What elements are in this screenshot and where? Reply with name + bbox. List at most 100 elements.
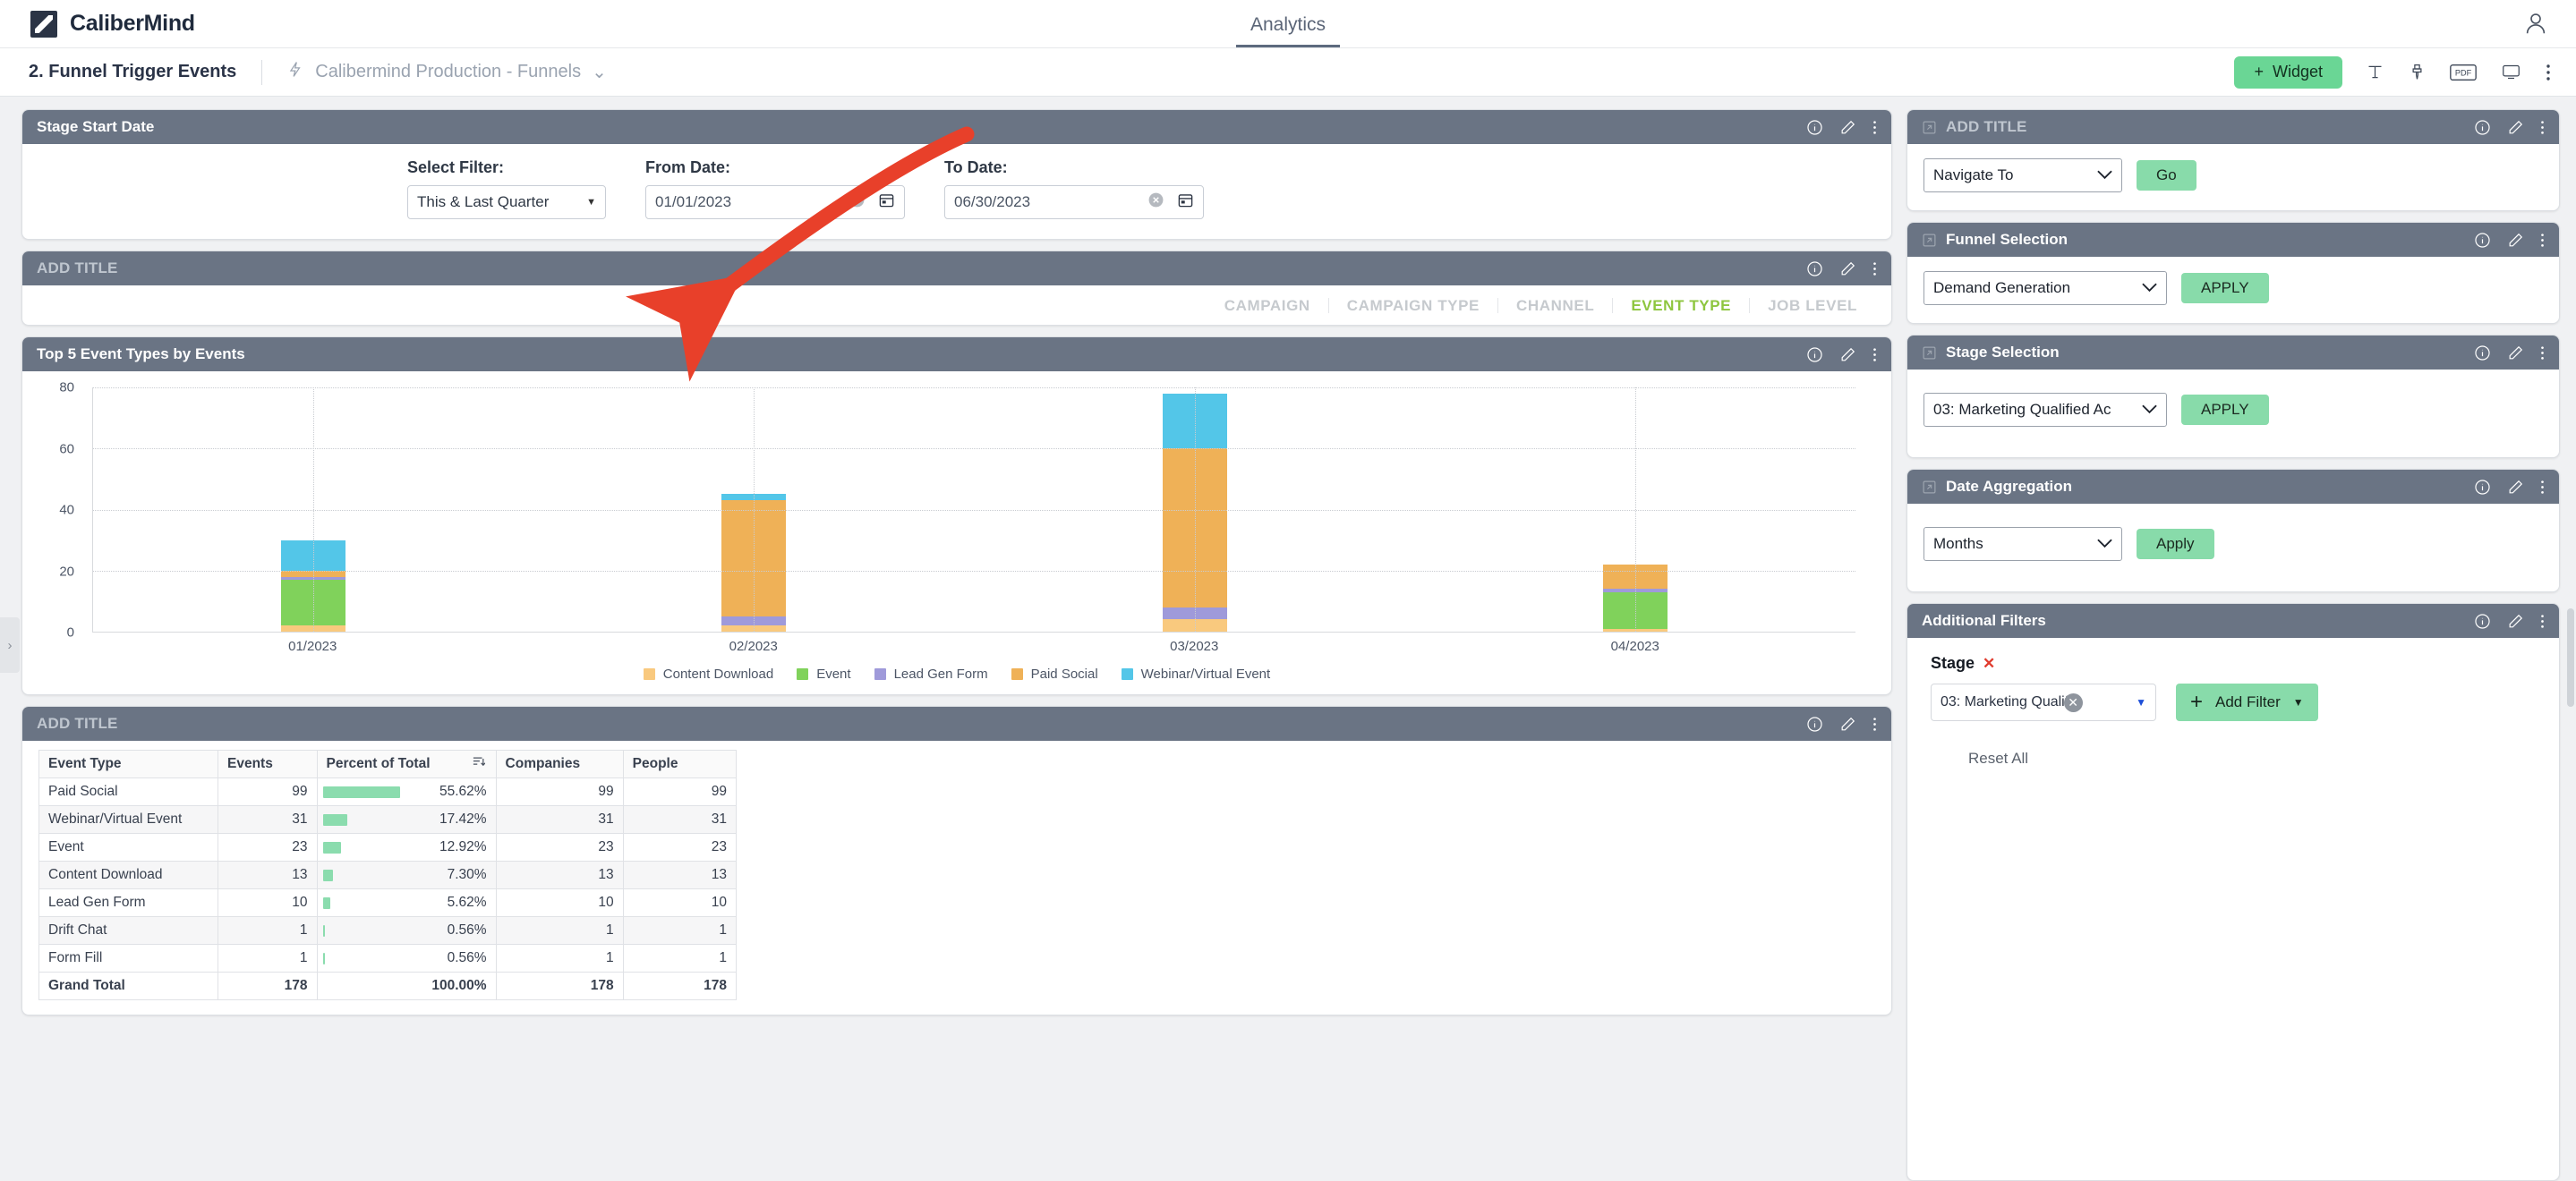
percent-value: 12.92%	[439, 839, 487, 854]
info-icon[interactable]	[1806, 716, 1823, 733]
info-icon[interactable]	[2474, 232, 2491, 249]
clear-circle-icon[interactable]	[1147, 191, 1164, 213]
table-column-header[interactable]: Percent of Total	[316, 750, 497, 778]
to-date-input[interactable]: 06/30/2023	[944, 185, 1204, 219]
chevron-down-icon[interactable]: ▼	[2136, 696, 2146, 709]
table-column-header[interactable]: Event Type	[38, 750, 218, 778]
info-icon[interactable]	[2474, 479, 2491, 496]
funnel-apply-button[interactable]: APPLY	[2181, 273, 2269, 303]
info-icon[interactable]	[1806, 119, 1823, 136]
more-vertical-icon[interactable]	[2546, 63, 2551, 82]
more-vertical-icon[interactable]	[1872, 260, 1877, 277]
stage-apply-button[interactable]: APPLY	[2181, 395, 2269, 425]
table-column-header[interactable]: Events	[218, 750, 318, 778]
go-button[interactable]: Go	[2137, 160, 2196, 191]
page-scrollbar-thumb[interactable]	[2567, 608, 2574, 707]
dimension-tab-campaign[interactable]: CAMPAIGN	[1207, 298, 1328, 313]
sidebar-expand-handle[interactable]: ›	[0, 617, 20, 673]
widget-header-actions	[2474, 119, 2545, 136]
legend-item[interactable]: Event	[797, 667, 851, 682]
info-icon[interactable]	[1806, 260, 1823, 277]
more-vertical-icon[interactable]	[2540, 479, 2545, 496]
info-icon[interactable]	[1806, 346, 1823, 363]
stage-dropdown[interactable]: 03: Marketing Qualified Ac	[1923, 393, 2167, 427]
add-filter-button[interactable]: + Add Filter ▼	[2176, 684, 2318, 721]
nav-tab-analytics[interactable]: Analytics	[1235, 15, 1341, 47]
info-icon[interactable]	[2474, 613, 2491, 630]
x-axis-tick-label: 03/2023	[1170, 639, 1219, 654]
dimension-tab-campaign-type[interactable]: CAMPAIGN TYPE	[1327, 297, 1497, 313]
widget-header-actions	[2474, 479, 2545, 496]
pdf-icon[interactable]: PDF	[2450, 64, 2477, 81]
percent-value: 0.56%	[447, 922, 487, 938]
from-date-value: 01/01/2023	[655, 193, 732, 210]
more-vertical-icon[interactable]	[2540, 344, 2545, 361]
widget-header-actions	[2474, 613, 2545, 630]
stage-filter-chip[interactable]: 03: Marketing Qualifi.. ✕ ▼	[1931, 684, 2156, 721]
legend-item[interactable]: Lead Gen Form	[874, 667, 988, 682]
add-widget-button[interactable]: + Widget	[2234, 55, 2342, 89]
info-icon[interactable]	[2474, 344, 2491, 361]
dimension-tab-event-type[interactable]: EVENT TYPE	[1612, 297, 1749, 313]
data-source-selector[interactable]: Calibermind Production - Funnels ⌄	[287, 61, 607, 83]
paintbrush-icon[interactable]	[2408, 63, 2427, 81]
pencil-icon[interactable]	[2507, 344, 2524, 361]
table-row[interactable]: Grand Total 178 100.00% 178 178	[38, 972, 738, 1000]
pencil-icon[interactable]	[1839, 716, 1856, 733]
table-row[interactable]: Event 23 12.92% 23 23	[38, 833, 738, 862]
more-vertical-icon[interactable]	[1872, 119, 1877, 136]
dimension-tab-channel[interactable]: CHANNEL	[1497, 297, 1612, 313]
more-vertical-icon[interactable]	[2540, 613, 2545, 630]
table-row[interactable]: Drift Chat 1 0.56% 1 1	[38, 916, 738, 945]
calendar-icon[interactable]	[1177, 191, 1194, 213]
more-vertical-icon[interactable]	[2540, 119, 2545, 136]
date-aggregation-apply-button[interactable]: Apply	[2137, 529, 2214, 559]
pencil-icon[interactable]	[1839, 119, 1856, 136]
pencil-icon[interactable]	[2507, 479, 2524, 496]
chevron-down-icon	[2090, 166, 2112, 184]
sort-descending-icon[interactable]	[473, 756, 485, 772]
widget-top5-event-types: Top 5 Event Types by Events 0 20 40 60 80 01…	[21, 336, 1892, 695]
navigate-to-dropdown[interactable]: Navigate To	[1923, 158, 2122, 192]
cell-percent-of-total: 7.30%	[316, 861, 497, 889]
percent-bar	[322, 953, 325, 964]
table-row[interactable]: Form Fill 1 0.56% 1 1	[38, 944, 738, 973]
reset-all-link[interactable]: Reset All	[1968, 750, 2541, 768]
table-row[interactable]: Lead Gen Form 10 5.62% 10 10	[38, 888, 738, 917]
clear-circle-icon[interactable]	[849, 191, 866, 213]
pencil-icon[interactable]	[2507, 232, 2524, 249]
presentation-icon[interactable]	[2500, 63, 2522, 81]
legend-item[interactable]: Paid Social	[1011, 667, 1098, 682]
pencil-icon[interactable]	[1839, 260, 1856, 277]
clear-circle-icon[interactable]: ✕	[2063, 692, 2083, 712]
funnel-dropdown[interactable]: Demand Generation	[1923, 271, 2167, 305]
filter-stage-label-row: Stage ✕	[1931, 654, 2541, 673]
remove-stage-filter-icon[interactable]: ✕	[1983, 655, 1995, 673]
user-avatar-icon[interactable]	[2522, 10, 2549, 41]
more-vertical-icon[interactable]	[1872, 346, 1877, 363]
external-link-icon	[1922, 233, 1937, 248]
select-filter-dropdown[interactable]: This & Last Quarter ▼	[407, 185, 606, 219]
pencil-icon[interactable]	[1839, 346, 1856, 363]
calendar-icon[interactable]	[878, 191, 895, 213]
table-column-header[interactable]: Companies	[495, 750, 624, 778]
legend-item[interactable]: Content Download	[643, 667, 773, 682]
table-row[interactable]: Content Download 13 7.30% 13 13	[38, 861, 738, 889]
table-row[interactable]: Webinar/Virtual Event 31 17.42% 31 31	[38, 805, 738, 834]
from-date-input[interactable]: 01/01/2023	[645, 185, 905, 219]
table-row[interactable]: Paid Social 99 55.62% 99 99	[38, 777, 738, 806]
date-aggregation-dropdown[interactable]: Months	[1923, 527, 2122, 561]
info-icon[interactable]	[2474, 119, 2491, 136]
more-vertical-icon[interactable]	[2540, 232, 2545, 249]
pencil-icon[interactable]	[2507, 613, 2524, 630]
to-date-label: To Date:	[944, 158, 1008, 176]
table-column-header[interactable]: People	[622, 750, 738, 778]
more-vertical-icon[interactable]	[1872, 716, 1877, 733]
legend-label: Webinar/Virtual Event	[1140, 667, 1271, 682]
text-icon[interactable]	[2366, 63, 2384, 81]
dimension-tab-job-level[interactable]: JOB LEVEL	[1749, 297, 1875, 313]
svg-text:PDF: PDF	[2455, 68, 2472, 77]
navigate-to-value: Navigate To	[1933, 166, 2014, 183]
legend-item[interactable]: Webinar/Virtual Event	[1121, 667, 1271, 682]
pencil-icon[interactable]	[2507, 119, 2524, 136]
